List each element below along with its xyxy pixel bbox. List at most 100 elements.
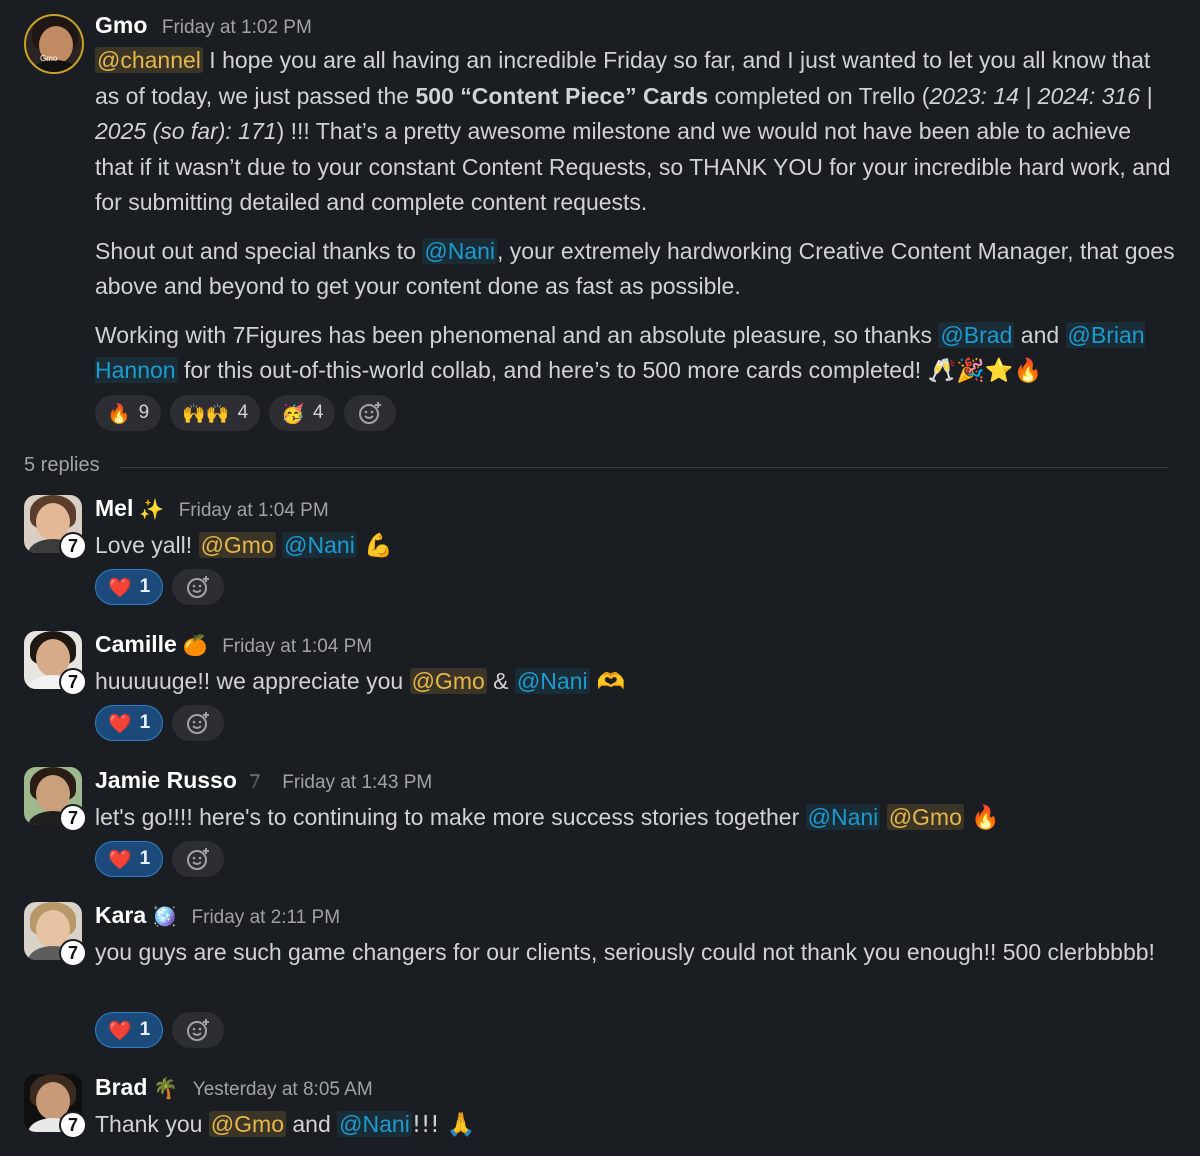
reply-body: Thank you @Gmo and @Nani!!! 🙏 xyxy=(95,1107,1175,1144)
reaction-heart[interactable]: ❤️ 1 xyxy=(95,841,164,877)
replies-divider: 5 replies xyxy=(24,452,1168,482)
author-name[interactable]: Jamie Russo xyxy=(95,767,237,793)
reaction-fire[interactable]: 🔥 9 xyxy=(95,395,162,431)
add-reaction-icon xyxy=(187,712,210,734)
add-reaction-button[interactable] xyxy=(172,569,225,605)
replies-count[interactable]: 5 replies xyxy=(24,454,100,477)
mention-gmo[interactable]: @Gmo xyxy=(409,668,487,694)
text-segment: Shout out and special thanks to xyxy=(95,237,423,264)
author-name[interactable]: Gmo xyxy=(95,12,147,38)
add-reaction-button[interactable] xyxy=(172,1012,225,1048)
text-segment: Thank you xyxy=(95,1111,209,1137)
timestamp[interactable]: Friday at 1:43 PM xyxy=(282,772,432,793)
celebration-emoji: 🥂🎉⭐🔥 xyxy=(927,358,1043,384)
reply-body: huuuuuge!! we appreciate you @Gmo & @Nan… xyxy=(95,664,1175,701)
reactions-bar: ❤️ 1 xyxy=(95,841,225,877)
add-reaction-button[interactable] xyxy=(172,841,225,877)
workspace-badge: 7 xyxy=(59,1111,87,1139)
author-name[interactable]: Mel xyxy=(95,495,133,521)
mention-nani[interactable]: @Nani xyxy=(805,804,881,830)
mention-gmo[interactable]: @Gmo xyxy=(208,1111,286,1137)
add-reaction-icon xyxy=(187,848,210,870)
text-segment xyxy=(880,804,886,830)
palm-tree-icon: 🌴 xyxy=(153,1076,179,1100)
reaction-heart[interactable]: ❤️ 1 xyxy=(95,569,164,605)
text-segment: and xyxy=(286,1111,338,1137)
workspace-badge: 7 xyxy=(59,668,87,696)
reply-body: you guys are such game changers for our … xyxy=(95,939,1155,965)
add-reaction-icon xyxy=(187,576,210,598)
mention-gmo[interactable]: @Gmo xyxy=(198,532,276,558)
divider-line xyxy=(120,467,1168,468)
text-segment: and xyxy=(1014,321,1066,348)
text-segment: completed on Trello ( xyxy=(708,82,930,109)
mention-brad[interactable]: @Brad xyxy=(938,321,1015,348)
heart-icon: ❤️ xyxy=(108,1019,132,1042)
folded-hands-icon: !!! 🙏 xyxy=(411,1112,476,1138)
message-body: @channel I hope you are all having an in… xyxy=(95,43,1175,403)
author-name[interactable]: Brad xyxy=(95,1074,147,1100)
timestamp[interactable]: Friday at 2:11 PM xyxy=(192,907,341,928)
mention-nani[interactable]: @Nani xyxy=(282,532,357,558)
heart-icon: ❤️ xyxy=(108,576,132,599)
reply-body: let's go!!!! here's to continuing to mak… xyxy=(95,800,1175,837)
timestamp[interactable]: Friday at 1:02 PM xyxy=(162,17,312,38)
mirror-ball-icon: 🪩 xyxy=(152,904,178,928)
reaction-count: 1 xyxy=(139,576,151,597)
reply-body: Love yall! @Gmo @Nani 💪 xyxy=(95,528,1175,565)
mention-nani[interactable]: @Nani xyxy=(422,237,497,264)
reaction-count: 1 xyxy=(139,712,151,733)
reaction-count: 1 xyxy=(139,1019,151,1040)
raised-hands-icon: 🙌🙌 xyxy=(182,402,230,425)
reaction-raised-hands[interactable]: 🙌🙌 4 xyxy=(170,395,261,431)
reaction-heart[interactable]: ❤️ 1 xyxy=(95,705,164,741)
workspace-badge: 7 xyxy=(59,804,87,832)
bold-text: 500 “Content Piece” Cards xyxy=(415,82,709,109)
mention-nani[interactable]: @Nani xyxy=(514,668,590,694)
fire-icon: 🔥 xyxy=(963,805,1000,831)
heart-icon: ❤️ xyxy=(108,712,132,735)
mention-gmo[interactable]: @Gmo xyxy=(886,804,964,830)
heart-icon: ❤️ xyxy=(108,848,132,871)
paragraph-3: Working with 7Figures has been phenomena… xyxy=(95,318,1175,390)
text-segment: let's go!!!! here's to continuing to mak… xyxy=(95,804,806,830)
text-segment: & xyxy=(486,668,515,694)
add-reaction-icon xyxy=(359,402,382,424)
avatar-label: Gmo xyxy=(40,54,58,63)
reactions-bar: ❤️ 1 xyxy=(95,569,225,605)
timestamp[interactable]: Friday at 1:04 PM xyxy=(179,500,329,521)
flexed-biceps-icon: 💪 xyxy=(356,533,393,559)
timestamp[interactable]: Yesterday at 8:05 AM xyxy=(193,1079,373,1100)
party-face-icon: 🥳 xyxy=(281,402,305,425)
timestamp[interactable]: Friday at 1:04 PM xyxy=(222,636,372,657)
mention-channel[interactable]: @channel xyxy=(95,47,203,73)
avatar-gmo[interactable]: Gmo xyxy=(24,14,84,74)
heart-hands-icon: 🫶 xyxy=(589,669,626,695)
reaction-heart[interactable]: ❤️ 1 xyxy=(95,1012,164,1048)
reaction-count: 9 xyxy=(138,402,150,423)
reactions-bar: ❤️ 1 xyxy=(95,705,225,741)
mention-nani[interactable]: @Nani xyxy=(337,1111,412,1137)
add-reaction-icon xyxy=(187,1019,210,1041)
add-reaction-button[interactable] xyxy=(344,395,397,431)
text-segment: for this out-of-this-world collab, and h… xyxy=(177,357,928,383)
seven-figures-icon: 7️ xyxy=(242,771,268,793)
author-name[interactable]: Kara xyxy=(95,902,146,928)
reaction-count: 1 xyxy=(139,848,151,869)
text-segment: Working with 7Figures has been phenomena… xyxy=(95,321,939,348)
reaction-party-face[interactable]: 🥳 4 xyxy=(269,395,336,431)
workspace-badge: 7 xyxy=(59,939,87,967)
reactions-bar: ❤️ 1 xyxy=(95,1012,225,1048)
text-segment: huuuuuge!! we appreciate you xyxy=(95,668,410,694)
text-segment: Love yall! xyxy=(95,532,199,558)
reaction-count: 4 xyxy=(312,402,324,423)
workspace-badge: 7 xyxy=(59,532,87,560)
sparkles-icon: ✨ xyxy=(139,497,165,521)
paragraph-2: Shout out and special thanks to @Nani, y… xyxy=(95,234,1175,305)
author-name[interactable]: Camille xyxy=(95,631,177,657)
reaction-count: 4 xyxy=(237,402,249,423)
fire-icon: 🔥 xyxy=(107,402,131,425)
paragraph-1: @channel I hope you are all having an in… xyxy=(95,43,1175,221)
add-reaction-button[interactable] xyxy=(172,705,225,741)
reactions-bar: 🔥 9 🙌🙌 4 🥳 4 xyxy=(95,395,397,431)
